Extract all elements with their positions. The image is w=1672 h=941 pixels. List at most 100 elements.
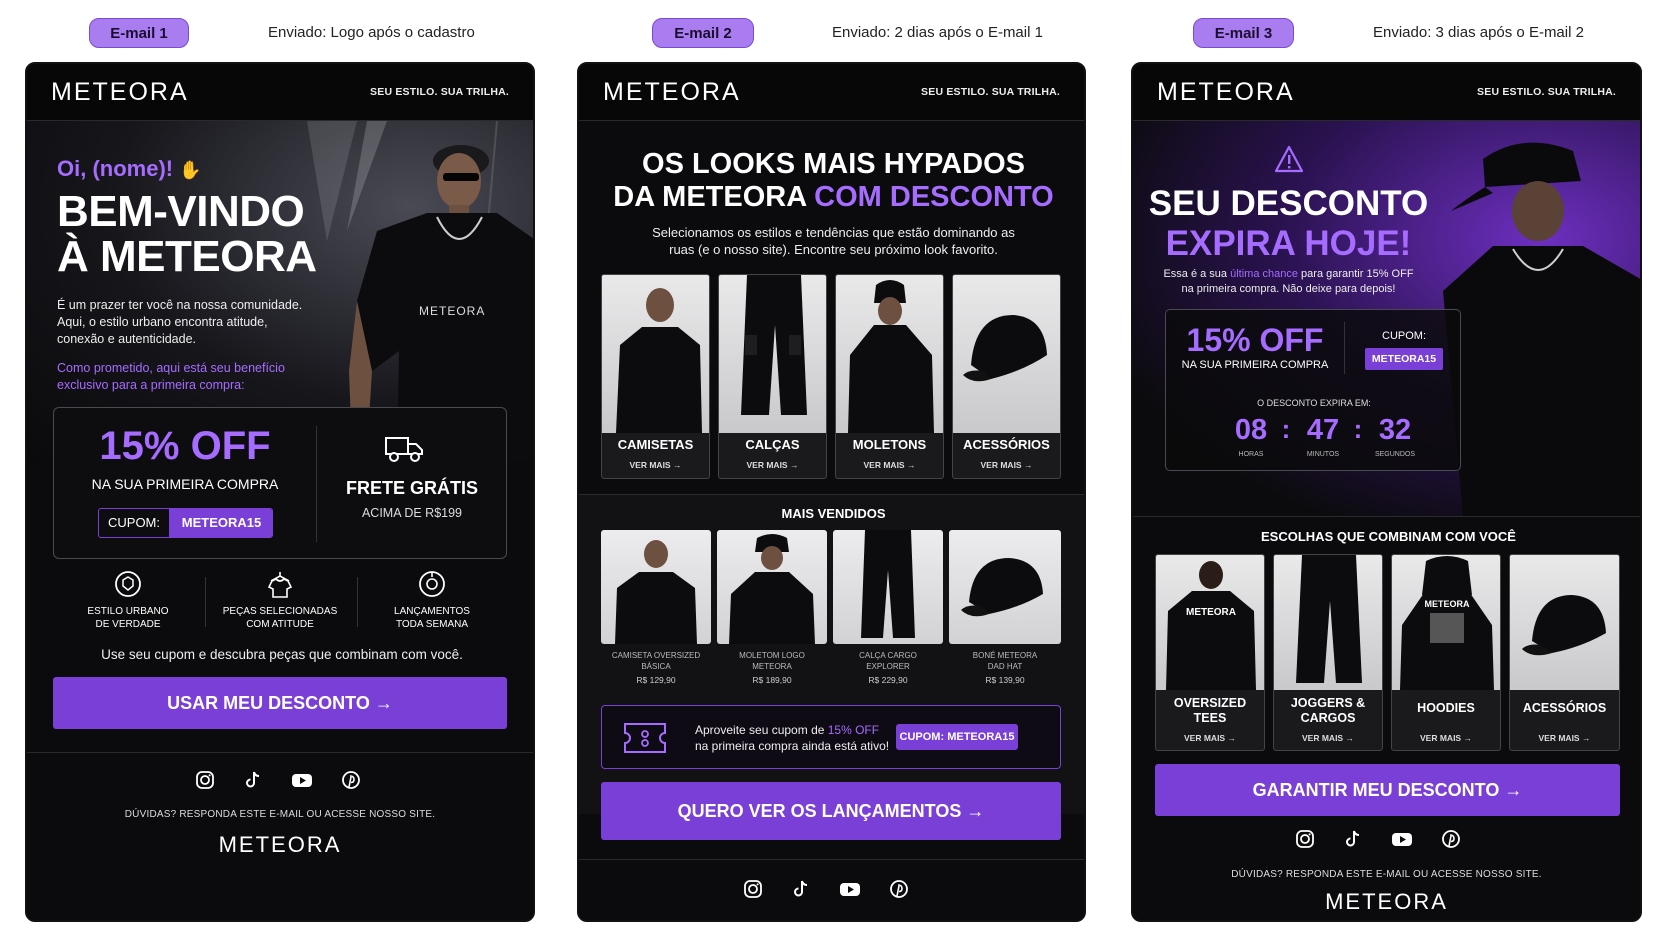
title-line-1: OS LOOKS MAIS HYPADOS xyxy=(642,148,1025,180)
shield-icon xyxy=(115,571,141,597)
offer-subtitle: NA SUA PRIMEIRA COMPRA xyxy=(1181,359,1329,371)
picks-title: ESCOLHAS QUE COMBINAM COM VOCÊ xyxy=(1261,529,1516,544)
pick-photo: METEORA xyxy=(1156,555,1264,690)
cargo-pants-illustration xyxy=(861,530,915,638)
category-card-pants[interactable]: CALÇAS VER MAIS → xyxy=(718,274,827,479)
pinterest-icon[interactable] xyxy=(341,770,361,790)
email-header: METEORA SEU ESTILO. SUA TRILHA. xyxy=(579,64,1084,121)
divider xyxy=(579,859,1084,860)
countdown-hours-label: HORAS xyxy=(1238,451,1264,458)
youtube-icon[interactable] xyxy=(1391,829,1413,849)
pick-label: HOODIES xyxy=(1417,701,1475,715)
coupon-code[interactable]: METEORA15 xyxy=(1365,348,1443,370)
category-photo xyxy=(602,275,709,433)
cargo-pants-illustration xyxy=(741,275,807,415)
feature-item: ESTILO URBANO DE VERDADE xyxy=(53,569,203,631)
countdown-separator: : xyxy=(1281,414,1291,444)
divider xyxy=(1133,516,1640,517)
brand-logo: METEORA xyxy=(603,78,741,106)
tiktok-icon[interactable] xyxy=(1343,829,1363,849)
welcome-title: BEM-VINDO À METEORA xyxy=(57,189,317,279)
cargo-pants-illustration xyxy=(1296,555,1362,683)
category-card-tshirts[interactable]: CAMISETAS VER MAIS → xyxy=(601,274,710,479)
model-hoodie-illustration xyxy=(729,534,815,644)
launch-icon xyxy=(419,571,445,597)
youtube-icon[interactable] xyxy=(839,879,861,899)
feature-label: ESTILO URBANO DE VERDADE xyxy=(87,606,169,630)
see-more-link[interactable]: VER MAIS → xyxy=(1510,733,1619,743)
product-card[interactable]: CAMISETA OVERSIZED BÁSICA R$ 129,90 xyxy=(601,530,711,685)
feature-label: LANÇAMENTOS TODA SEMANA xyxy=(394,606,470,630)
pick-photo xyxy=(1510,555,1619,690)
category-label: CAMISETAS xyxy=(617,437,694,452)
hanger-shirt-icon xyxy=(267,572,293,598)
email-3-sent-note: Enviado: 3 dias após o E-mail 2 xyxy=(1373,24,1584,41)
see-more-link[interactable]: VER MAIS → xyxy=(836,460,943,470)
pinterest-icon[interactable] xyxy=(889,879,909,899)
pick-card-accessories[interactable]: ACESSÓRIOS VER MAIS → xyxy=(1509,554,1620,751)
expire-title: SEU DESCONTO EXPIRA HOJE! xyxy=(1133,184,1444,264)
cta-note: Use seu cupom e descubra peças que combi… xyxy=(101,647,463,662)
product-photo xyxy=(949,530,1061,644)
feature-label: PEÇAS SELECIONADAS COM ATITUDE xyxy=(222,606,338,630)
coupon-badge[interactable]: CUPOM: METEORA15 xyxy=(896,724,1018,750)
see-more-link[interactable]: VER MAIS → xyxy=(1156,733,1264,743)
pick-card-hoodies[interactable]: METEORA HOODIES VER MAIS → xyxy=(1391,554,1501,751)
instagram-icon[interactable] xyxy=(195,770,215,790)
stage: { "colors":{"accent":"#7a3fd6","accent_t… xyxy=(0,0,1672,941)
waving-hand-icon: ✋ xyxy=(179,160,202,180)
free-shipping-title: FRETE GRÁTIS xyxy=(345,478,478,498)
brand-slogan: SEU ESTILO. SUA TRILHA. xyxy=(1477,86,1616,98)
claim-discount-button[interactable]: GARANTIR MEU DESCONTO → xyxy=(1155,764,1620,816)
coupon-badge[interactable]: CUPOM: METEORA15 xyxy=(98,508,273,538)
offer-box: 15% OFF NA SUA PRIMEIRA COMPRA CUPOM: ME… xyxy=(53,407,507,559)
model-tshirt-illustration xyxy=(615,540,697,644)
tiktok-icon[interactable] xyxy=(243,770,263,790)
brand-slogan: SEU ESTILO. SUA TRILHA. xyxy=(921,86,1060,98)
see-more-link[interactable]: VER MAIS → xyxy=(1392,733,1500,743)
instagram-icon[interactable] xyxy=(743,879,763,899)
see-more-link[interactable]: VER MAIS → xyxy=(602,460,709,470)
footer-logo: METEORA xyxy=(218,832,342,857)
tshirt-print: METEORA xyxy=(419,304,486,318)
product-card[interactable]: CALÇA CARGO EXPLORER R$ 229,90 xyxy=(833,530,943,685)
pick-card-oversized-tees[interactable]: METEORA OVERSIZED TEES VER MAIS → xyxy=(1155,554,1265,751)
divider xyxy=(1344,322,1345,374)
divider xyxy=(27,752,533,753)
model-tshirt-illustration xyxy=(616,288,702,433)
instagram-icon[interactable] xyxy=(1295,829,1315,849)
product-card[interactable]: MOLETOM LOGO METEORA R$ 189,90 xyxy=(717,530,827,685)
see-more-link[interactable]: VER MAIS → xyxy=(953,460,1060,470)
brand-logo: METEORA xyxy=(51,78,189,106)
pick-photo xyxy=(1274,555,1382,690)
footer-note: DÚVIDAS? RESPONDA ESTE E-MAIL OU ACESSE … xyxy=(124,809,436,820)
see-more-link[interactable]: VER MAIS → xyxy=(1274,733,1382,743)
youtube-icon[interactable] xyxy=(291,770,313,790)
coupon-code: METEORA15 xyxy=(169,509,272,537)
product-card[interactable]: BONÉ METEORA DAD HAT R$ 139,90 xyxy=(949,530,1061,685)
title: OS LOOKS MAIS HYPADOS DA METEORA COM DES… xyxy=(579,148,1084,214)
category-label: ACESSÓRIOS xyxy=(963,437,1050,452)
greeting: Oi, (nome)! ✋ xyxy=(57,156,202,182)
product-name: CALÇA CARGO EXPLORER xyxy=(859,651,917,671)
see-more-link[interactable]: VER MAIS → xyxy=(719,460,826,470)
countdown-box: 15% OFF NA SUA PRIMEIRA COMPRA CUPOM: ME… xyxy=(1165,309,1461,471)
category-card-hoodies[interactable]: MOLETONS VER MAIS → xyxy=(835,274,944,479)
pinterest-icon[interactable] xyxy=(1441,829,1461,849)
tiktok-icon[interactable] xyxy=(791,879,811,899)
product-name: MOLETOM LOGO METEORA xyxy=(739,651,805,671)
pick-card-joggers-cargos[interactable]: JOGGERS & CARGOS VER MAIS → xyxy=(1273,554,1383,751)
product-photo xyxy=(833,530,943,644)
best-sellers-title: MAIS VENDIDOS xyxy=(781,506,886,521)
category-card-accessories[interactable]: ACESSÓRIOS VER MAIS → xyxy=(952,274,1061,479)
email-3-tag: E-mail 3 xyxy=(1193,18,1294,48)
svg-text:METEORA: METEORA xyxy=(1425,599,1471,609)
footer-logo: METEORA xyxy=(1325,889,1448,914)
offer-percent: 15% OFF xyxy=(99,424,271,468)
use-discount-button[interactable]: USAR MEU DESCONTO → xyxy=(53,677,507,729)
product-price: R$ 139,90 xyxy=(985,675,1025,685)
reminder-text: Aproveite seu cupom de 15% OFF na primei… xyxy=(695,723,890,753)
category-label: MOLETONS xyxy=(852,437,927,452)
see-launches-button[interactable]: QUERO VER OS LANÇAMENTOS → xyxy=(601,782,1061,840)
email-2-sent-note: Enviado: 2 dias após o E-mail 1 xyxy=(832,24,1043,41)
